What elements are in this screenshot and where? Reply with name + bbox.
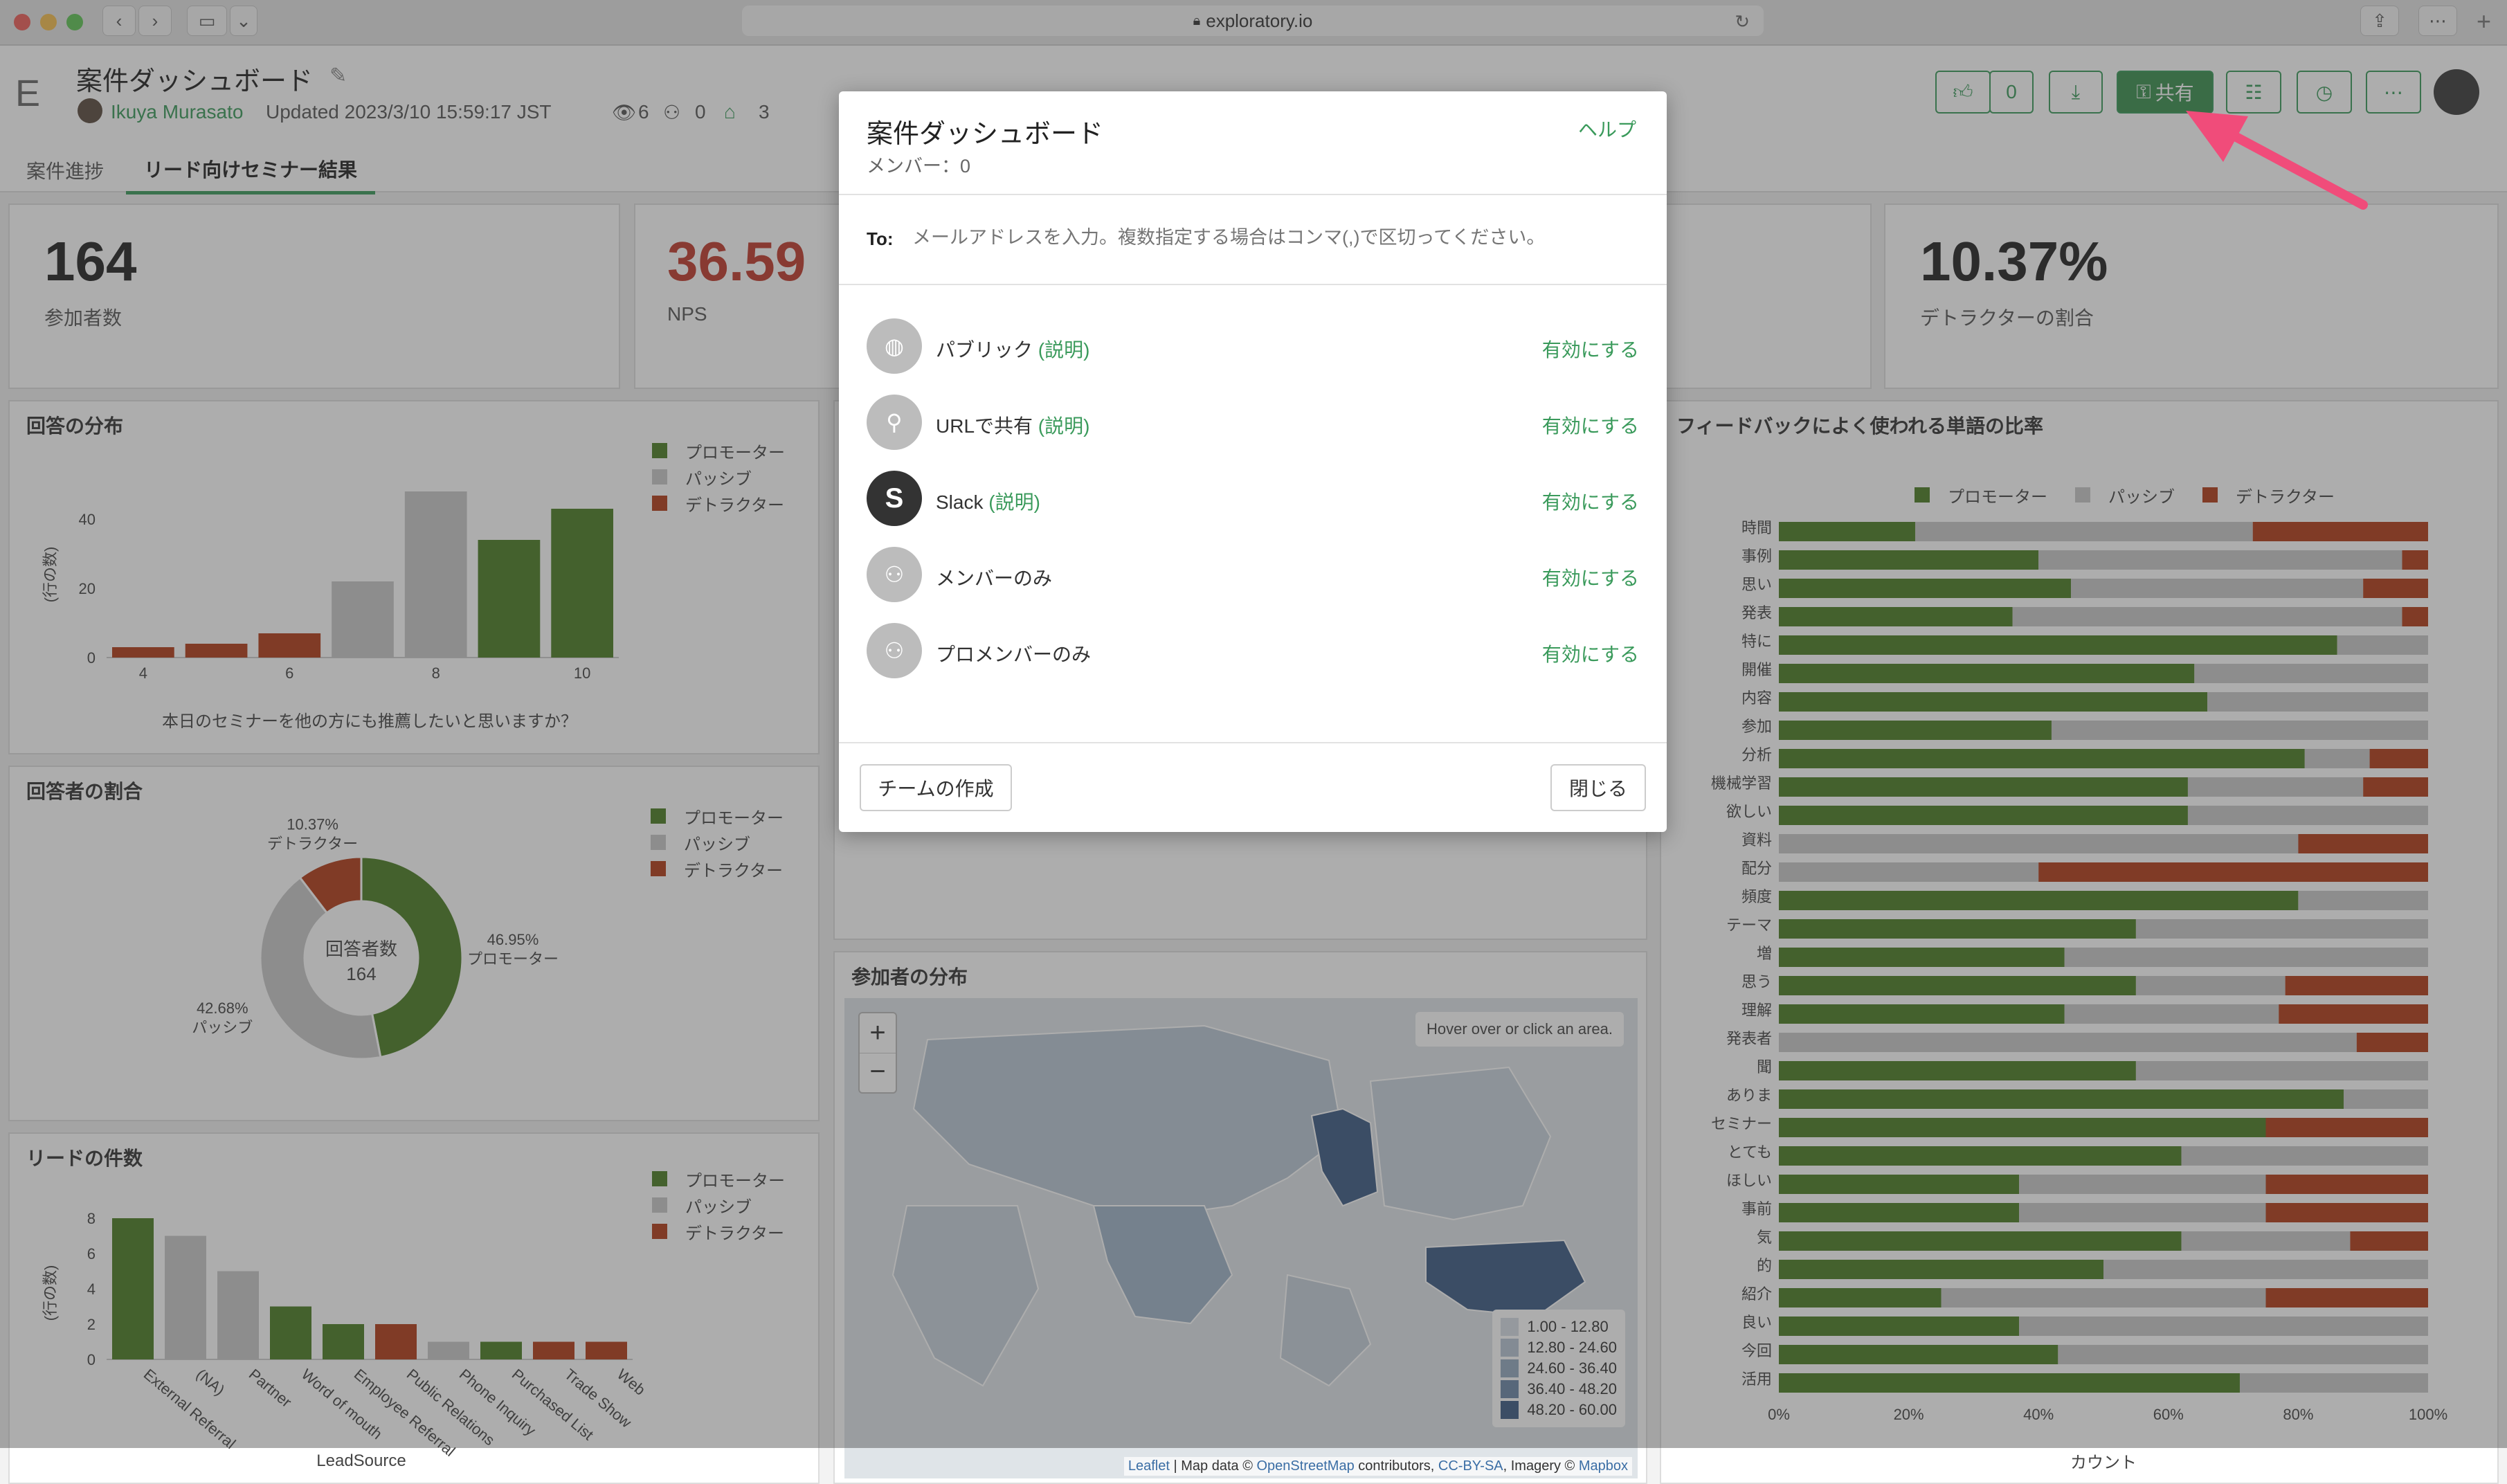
divider <box>839 194 1667 195</box>
share-option-pro-members: ⚇ プロメンバーのみ 有効にする <box>867 623 1639 678</box>
option-label: パブリック <box>936 339 1033 361</box>
members-lock-icon: ⚇ <box>867 547 922 602</box>
divider <box>839 284 1667 285</box>
license-link[interactable]: CC-BY-SA <box>1438 1458 1503 1474</box>
option-label-wrap: パブリック (説明) <box>936 335 1089 363</box>
option-label-wrap: メンバーのみ <box>936 563 1052 591</box>
to-label: To: <box>867 228 894 249</box>
option-label: URLで共有 <box>936 415 1033 437</box>
share-option-members: ⚇ メンバーのみ 有効にする <box>867 547 1639 602</box>
attribution-text: , Imagery © <box>1503 1458 1575 1474</box>
attribution-text: contributors, <box>1358 1458 1435 1474</box>
osm-link[interactable]: OpenStreetMap <box>1257 1458 1355 1474</box>
explain-link[interactable]: (説明) <box>988 491 1040 513</box>
explain-link[interactable]: (説明) <box>1038 339 1090 361</box>
option-label: プロメンバーのみ <box>936 644 1092 665</box>
dialog-title: 案件ダッシュボード <box>867 120 1104 149</box>
share-option-slack: S Slack (説明) 有効にする <box>867 471 1639 526</box>
option-label: メンバーのみ <box>936 568 1053 589</box>
enable-slack-button[interactable]: 有効にする <box>1542 487 1639 515</box>
x-axis-label: カウント <box>2070 1454 2137 1472</box>
explain-link[interactable]: (説明) <box>1038 415 1090 437</box>
x-axis-label: LeadSource <box>316 1451 406 1470</box>
pro-members-lock-icon: ⚇ <box>867 623 922 678</box>
enable-members-button[interactable]: 有効にする <box>1542 563 1639 591</box>
attribution-text: | Map data © <box>1173 1458 1253 1474</box>
option-label: Slack <box>936 491 984 513</box>
dialog-member-count: メンバー：0 <box>867 156 971 177</box>
globe-icon: ◍ <box>867 318 922 374</box>
option-label-wrap: プロメンバーのみ <box>936 640 1091 667</box>
link-icon: ⚲ <box>867 395 922 450</box>
help-link[interactable]: ヘルプ <box>1578 115 1636 143</box>
enable-pro-members-button[interactable]: 有効にする <box>1542 640 1639 667</box>
email-input[interactable] <box>912 221 1632 253</box>
divider <box>839 742 1667 743</box>
share-dialog: 案件ダッシュボード メンバー：0 ヘルプ To: ◍ パブリック (説明) 有効… <box>839 91 1667 832</box>
mapbox-link[interactable]: Mapbox <box>1579 1458 1628 1474</box>
option-label-wrap: URLで共有 (説明) <box>936 411 1089 439</box>
share-option-public: ◍ パブリック (説明) 有効にする <box>867 318 1639 374</box>
leaflet-link[interactable]: Leaflet <box>1128 1458 1170 1474</box>
create-team-button[interactable]: チームの作成 <box>860 764 1012 811</box>
map-attribution: Leaflet | Map data © OpenStreetMap contr… <box>1123 1457 1632 1476</box>
option-label-wrap: Slack (説明) <box>936 487 1040 515</box>
enable-public-button[interactable]: 有効にする <box>1542 335 1639 363</box>
enable-url-button[interactable]: 有効にする <box>1542 411 1639 439</box>
slack-icon: S <box>867 471 922 526</box>
arrow-shaft <box>2221 127 2368 210</box>
share-option-url: ⚲ URLで共有 (説明) 有効にする <box>867 395 1639 450</box>
close-button[interactable]: 閉じる <box>1550 764 1646 811</box>
